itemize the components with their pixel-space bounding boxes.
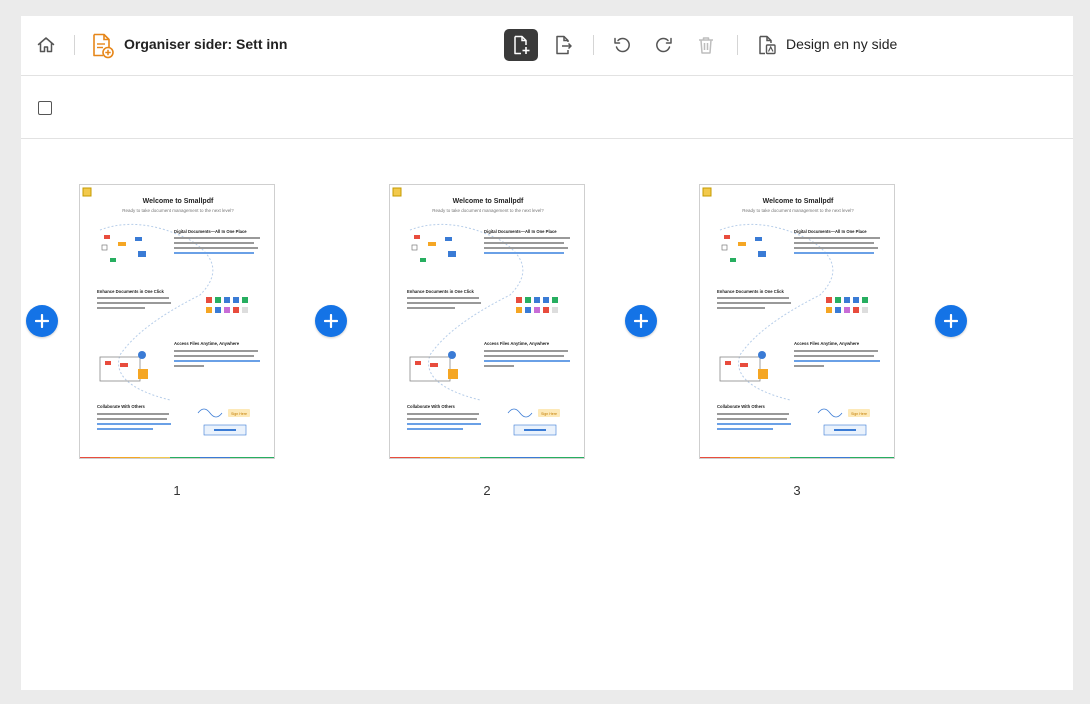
thumb-section-4: Collaborate With Others [97,404,146,409]
plus-icon [944,314,958,328]
thumb-section-4: Collaborate With Others [717,404,766,409]
insert-page-icon [511,35,531,55]
insert-between-page-1-2-button[interactable] [315,305,347,337]
thumb-section-2: Enhance Documents in One Click [717,289,784,294]
thumb-section-3: Access Files Anytime, Anywhere [484,341,550,346]
undo-button[interactable] [605,29,639,61]
toolbar-divider [593,35,594,55]
undo-icon [612,35,632,55]
page-thumbnail[interactable]: Welcome to Smallpdf Ready to take docume… [699,184,895,459]
thumb-section-1: Digital Documents—All In One Place [174,229,247,234]
thumb-subheading: Ready to take document management to the… [122,208,234,213]
thumb-heading: Welcome to Smallpdf [453,198,524,205]
thumb-sign-here: Sign Here [541,412,557,416]
design-new-page-label[interactable]: Design en ny side [786,36,897,52]
page-title: Organiser sider: Sett inn [124,36,288,52]
extract-page-icon [553,35,573,55]
plus-icon [35,314,49,328]
thumb-heading: Welcome to Smallpdf [143,198,214,205]
thumb-section-1: Digital Documents—All In One Place [794,229,867,234]
thumb-subheading: Ready to take document management to the… [742,208,854,213]
select-all-checkbox[interactable] [38,101,52,115]
page-organizer-panel: Organiser sider: Sett inn Design en ny s… [21,16,1073,690]
insert-after-page-3-button[interactable] [935,305,967,337]
page-thumbnail[interactable]: Welcome to Smallpdf Ready to take docume… [389,184,585,459]
toolbar: Organiser sider: Sett inn Design en ny s… [21,16,1073,76]
trash-icon [696,35,716,55]
thumb-section-2: Enhance Documents in One Click [97,289,164,294]
thumb-sign-here: Sign Here [231,412,247,416]
thumb-section-4: Collaborate With Others [407,404,456,409]
thumb-section-3: Access Files Anytime, Anywhere [794,341,860,346]
plus-icon [324,314,338,328]
document-add-icon [92,33,114,64]
thumb-heading: Welcome to Smallpdf [763,198,834,205]
toolbar-divider [74,35,75,55]
toolbar-divider [737,35,738,55]
redo-button[interactable] [647,29,681,61]
home-button[interactable] [29,29,63,61]
redo-icon [654,35,674,55]
page-number: 3 [793,483,801,498]
page-thumbnail[interactable]: Welcome to Smallpdf Ready to take docume… [79,184,275,459]
extract-page-button[interactable] [546,29,580,61]
home-icon [36,35,56,55]
page-number: 2 [483,483,491,498]
thumb-section-1: Digital Documents—All In One Place [484,229,557,234]
insert-before-page-1-button[interactable] [26,305,58,337]
thumb-section-2: Enhance Documents in One Click [407,289,474,294]
thumb-section-3: Access Files Anytime, Anywhere [174,341,240,346]
design-new-page-button[interactable] [750,29,784,61]
insert-between-page-2-3-button[interactable] [625,305,657,337]
delete-button[interactable] [689,29,723,61]
page-number: 1 [173,483,181,498]
design-page-icon [757,35,777,55]
thumb-subheading: Ready to take document management to the… [432,208,544,213]
selection-bar [21,77,1073,139]
thumb-sign-here: Sign Here [851,412,867,416]
insert-page-button[interactable] [504,29,538,61]
plus-icon [634,314,648,328]
